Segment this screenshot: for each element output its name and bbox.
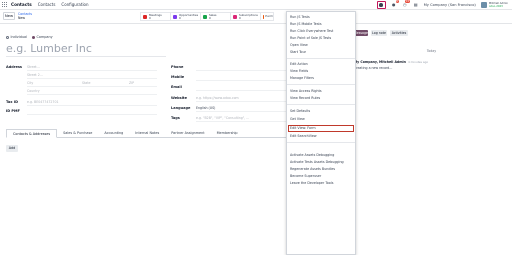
activities-button[interactable]: Activities [390, 30, 408, 36]
message-author: My Company, Mitchell Admin [354, 60, 406, 64]
phone-label: Phone [171, 65, 184, 69]
address-label: Address [6, 65, 22, 69]
bug-icon [379, 3, 384, 7]
website-label: Website [171, 96, 187, 100]
chat-icon[interactable]: ● 6 [391, 0, 399, 8]
avatar [480, 2, 487, 8]
manage-filters[interactable]: Manage Filters [290, 76, 314, 80]
street-input[interactable]: Street... [27, 65, 40, 69]
dollar-icon [203, 14, 207, 19]
activate-tests-assets-debugging[interactable]: Activate Tests Assets Debugging [290, 160, 344, 164]
tax-id-label: Tax ID [6, 100, 18, 104]
log-note-button[interactable]: Log note [371, 30, 387, 36]
run-js-mobile-tests[interactable]: Run JS Mobile Tests [290, 22, 322, 26]
subscriptions-smart-button[interactable]: Subscriptions 0 [230, 12, 260, 21]
company-radio[interactable] [32, 35, 36, 39]
city-input[interactable]: City [27, 81, 33, 85]
zip-input[interactable]: ZIP [129, 81, 134, 85]
chatter-panel: Message Log note Activities Today My Com… [351, 24, 512, 255]
debug-menu-button[interactable] [376, 1, 386, 9]
open-view[interactable]: Open View [290, 43, 308, 47]
country-input[interactable]: Country [27, 89, 40, 93]
run-pos-js-tests[interactable]: Run Point of Sale JS Tests [290, 36, 331, 40]
edit-action[interactable]: Edit Action [290, 62, 308, 66]
smart-buttons: Meetings 0 Opportunities 0 Sales 0 Subscrip… [140, 12, 274, 21]
add-contact-button[interactable]: Add [6, 145, 18, 152]
company-switch-icon[interactable]: ▦ [413, 2, 419, 8]
run-js-tests[interactable]: Run JS Tests [290, 15, 310, 19]
run-click-everywhere[interactable]: Run Click Everywhere Test [290, 29, 333, 33]
activity-badge: 15 [405, 0, 410, 3]
control-panel: New Contacts New Meetings 0 Opportunities… [0, 10, 512, 24]
edit-view-form[interactable]: Edit View: Form [290, 126, 316, 130]
state-input[interactable]: State [82, 81, 90, 85]
tab-accounting[interactable]: Accounting [98, 129, 129, 138]
db-name: odoo-2023 [488, 5, 503, 8]
language-select[interactable]: English (US) [196, 106, 215, 110]
message-time: 4 minutes ago [408, 60, 429, 64]
tax-id-input[interactable]: e.g. BE0477472701 [27, 100, 59, 104]
user-menu[interactable]: Mitchell Admin odoo-2023 [480, 2, 508, 8]
get-view[interactable]: Get View [290, 117, 305, 121]
company-type-radio: Individual Company [6, 35, 58, 39]
refresh-icon [233, 14, 237, 19]
company-label[interactable]: Company [37, 35, 53, 39]
tab-contacts-addresses[interactable]: Contacts & Addresses [6, 129, 58, 138]
email-label: Email [171, 85, 182, 89]
street2-input[interactable]: Street 2... [27, 73, 43, 77]
apps-menu-icon[interactable] [2, 1, 8, 8]
opportunities-smart-button[interactable]: Opportunities 0 [170, 12, 200, 21]
regenerate-assets-bundles[interactable]: Regenerate Assets Bundles [290, 167, 335, 171]
chat-badge: 6 [395, 0, 399, 3]
language-label: Language [171, 106, 191, 110]
name-input[interactable]: e.g. Lumber Inc [6, 42, 166, 57]
tab-partner-assignment[interactable]: Partner Assignment [165, 129, 210, 138]
view-access-rights[interactable]: View Access Rights [290, 89, 322, 93]
website-input[interactable]: e.g. https://www.odoo.com [196, 96, 239, 100]
activate-assets-debugging[interactable]: Activate Assets Debugging [290, 153, 334, 157]
star-icon [173, 14, 177, 19]
activity-clock-icon[interactable]: ◷ 15 [402, 0, 410, 8]
purchase-smart-button[interactable]: Purch [260, 12, 274, 21]
calendar-icon [143, 14, 147, 19]
breadcrumb-current: New [18, 16, 25, 20]
individual-label[interactable]: Individual [11, 35, 28, 39]
top-navbar: Contacts Contacts Configuration ● 6 ◷ 15 ▦… [0, 0, 512, 10]
date-separator: Today [426, 49, 437, 53]
id-pmf-label: ID PMF [6, 109, 20, 113]
view-fields[interactable]: View Fields [290, 69, 308, 73]
tags-label: Tags [171, 116, 180, 120]
view-record-rules[interactable]: View Record Rules [290, 96, 320, 100]
set-defaults[interactable]: Set Defaults [290, 109, 310, 113]
edit-searchview[interactable]: Edit SearchView [290, 134, 317, 138]
tags-input[interactable]: e.g. "B2B", "VIP", "Consulting", ... [196, 116, 249, 120]
meetings-smart-button[interactable]: Meetings 0 [140, 12, 170, 21]
become-superuser[interactable]: Become Superuser [290, 174, 321, 178]
sales-smart-button[interactable]: Sales 0 [200, 12, 230, 21]
menu-configuration[interactable]: Configuration [61, 2, 88, 7]
debug-dropdown-menu: Run JS Tests Run JS Mobile Tests Run Cli… [286, 11, 356, 255]
app-name[interactable]: Contacts [11, 2, 32, 7]
send-message-button[interactable]: Message [354, 30, 368, 36]
new-button[interactable]: New [3, 12, 15, 20]
tab-membership[interactable]: Membership [211, 129, 244, 138]
leave-developer-tools[interactable]: Leave the Developer Tools [290, 181, 333, 185]
message-body: Creating a new record... [354, 66, 393, 70]
tab-sales-purchase[interactable]: Sales & Purchase [57, 129, 98, 138]
start-tour[interactable]: Start Tour [290, 50, 306, 54]
menu-contacts[interactable]: Contacts [38, 2, 56, 7]
tab-internal-notes[interactable]: Internal Notes [129, 129, 165, 138]
company-name[interactable]: My Company (San Francisco) [424, 3, 476, 7]
mobile-label: Mobile [171, 75, 185, 79]
breadcrumb: Contacts New [18, 12, 32, 20]
individual-radio[interactable] [6, 35, 9, 39]
